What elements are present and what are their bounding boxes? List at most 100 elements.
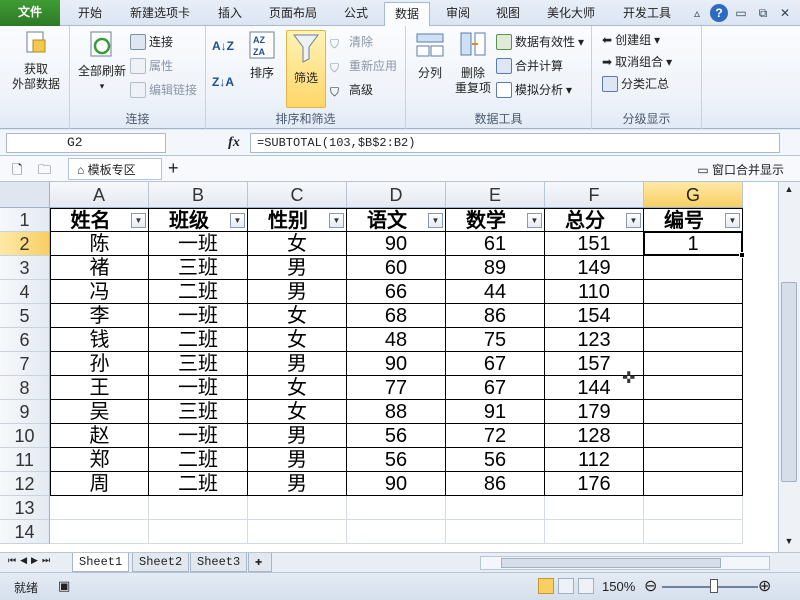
cell-g14[interactable]: [644, 520, 743, 544]
cell-b14[interactable]: [149, 520, 248, 544]
column-header-c[interactable]: C: [248, 182, 347, 208]
cell-c2[interactable]: 女: [248, 232, 347, 256]
cell-g5[interactable]: [644, 304, 743, 328]
folder-icon[interactable]: 🗀: [38, 161, 51, 183]
edit-links-button[interactable]: 编辑链接: [130, 80, 197, 100]
group-button[interactable]: ⬅ 创建组 ▾: [602, 30, 660, 50]
row-header-2[interactable]: 2: [0, 232, 50, 256]
cell-e9[interactable]: 91: [446, 400, 545, 424]
cell-d12[interactable]: 90: [347, 472, 446, 496]
cell-c13[interactable]: [248, 496, 347, 520]
cell-f6[interactable]: 123: [545, 328, 644, 352]
cell-f3[interactable]: 149: [545, 256, 644, 280]
sort-asc-button[interactable]: A↓Z: [212, 36, 234, 56]
cell-e3[interactable]: 89: [446, 256, 545, 280]
cell-b11[interactable]: 二班: [149, 448, 248, 472]
column-header-e[interactable]: E: [446, 182, 545, 208]
cell-c12[interactable]: 男: [248, 472, 347, 496]
cell-d14[interactable]: [347, 520, 446, 544]
remove-duplicates-button[interactable]: 删除 重复项: [452, 30, 494, 96]
cell-d8[interactable]: 77: [347, 376, 446, 400]
column-header-b[interactable]: B: [149, 182, 248, 208]
formula-input[interactable]: =SUBTOTAL(103,$B$2:B2): [250, 133, 780, 153]
advanced-filter-button[interactable]: ⛉ 高级: [330, 80, 373, 100]
row-header-11[interactable]: 11: [0, 448, 50, 472]
macro-record-icon[interactable]: ▣: [58, 578, 70, 594]
tab-data[interactable]: 数据: [384, 2, 430, 27]
cell-a8[interactable]: 王: [50, 376, 149, 400]
cell-c7[interactable]: 男: [248, 352, 347, 376]
cell-d1[interactable]: 语文 ▼: [347, 208, 446, 232]
cell-d4[interactable]: 66: [347, 280, 446, 304]
scroll-up-icon[interactable]: ▲: [782, 184, 796, 198]
cell-e12[interactable]: 86: [446, 472, 545, 496]
cell-f11[interactable]: 112: [545, 448, 644, 472]
tab-view[interactable]: 视图: [486, 2, 530, 26]
cell-g8[interactable]: [644, 376, 743, 400]
row-header-7[interactable]: 7: [0, 352, 50, 376]
page-layout-view-icon[interactable]: [558, 578, 574, 594]
cell-g12[interactable]: [644, 472, 743, 496]
name-box[interactable]: G2: [6, 133, 166, 153]
row-header-5[interactable]: 5: [0, 304, 50, 328]
tab-developer[interactable]: 开发工具: [612, 2, 682, 26]
cell-f10[interactable]: 128: [545, 424, 644, 448]
cell-e6[interactable]: 75: [446, 328, 545, 352]
cell-d7[interactable]: 90: [347, 352, 446, 376]
cell-e1[interactable]: 数学 ▼: [446, 208, 545, 232]
tab-home[interactable]: 开始: [68, 2, 112, 26]
cell-a5[interactable]: 李: [50, 304, 149, 328]
tab-review[interactable]: 审阅: [436, 2, 480, 26]
cell-c10[interactable]: 男: [248, 424, 347, 448]
cell-b9[interactable]: 三班: [149, 400, 248, 424]
cell-b3[interactable]: 三班: [149, 256, 248, 280]
select-all-corner[interactable]: [0, 182, 50, 208]
cell-f9[interactable]: 179: [545, 400, 644, 424]
tab-formulas[interactable]: 公式: [334, 2, 378, 26]
row-header-6[interactable]: 6: [0, 328, 50, 352]
close-icon[interactable]: ✕: [776, 4, 794, 22]
cell-d3[interactable]: 60: [347, 256, 446, 280]
cell-f13[interactable]: [545, 496, 644, 520]
cell-d10[interactable]: 56: [347, 424, 446, 448]
cell-f4[interactable]: 110: [545, 280, 644, 304]
tab-insert[interactable]: 插入: [208, 2, 252, 26]
worksheet-grid[interactable]: A B C D E F G 1 姓名 ▼ 班级 ▼ 性别 ▼ 语文 ▼ 数学 ▼ 总分 ▼ 编号 ▼ 2 陈一班女 90 61 15…: [0, 182, 778, 552]
column-header-f[interactable]: F: [545, 182, 644, 208]
filter-button[interactable]: 筛选: [286, 30, 326, 108]
zoom-slider-thumb[interactable]: [710, 579, 718, 593]
cell-f5[interactable]: 154: [545, 304, 644, 328]
new-document-icon[interactable]: 🗋: [12, 161, 22, 183]
cell-d11[interactable]: 56: [347, 448, 446, 472]
tab-beautify-master[interactable]: 美化大师: [536, 2, 606, 26]
column-header-a[interactable]: A: [50, 182, 149, 208]
help-icon[interactable]: ?: [710, 4, 728, 22]
cell-b5[interactable]: 一班: [149, 304, 248, 328]
cell-b12[interactable]: 二班: [149, 472, 248, 496]
row-header-8[interactable]: 8: [0, 376, 50, 400]
insert-sheet-icon[interactable]: ✚: [248, 553, 272, 572]
cell-a3[interactable]: 褚: [50, 256, 149, 280]
cell-e4[interactable]: 44: [446, 280, 545, 304]
cell-g13[interactable]: [644, 496, 743, 520]
cell-f12[interactable]: 176: [545, 472, 644, 496]
sheet-tab-3[interactable]: Sheet3: [190, 553, 248, 572]
refresh-all-button[interactable]: 全部刷新 ▾: [74, 30, 130, 94]
cell-b6[interactable]: 二班: [149, 328, 248, 352]
cell-g6[interactable]: [644, 328, 743, 352]
cell-f1[interactable]: 总分 ▼: [545, 208, 644, 232]
cell-e7[interactable]: 67: [446, 352, 545, 376]
cell-e13[interactable]: [446, 496, 545, 520]
cell-g1[interactable]: 编号 ▼: [644, 208, 743, 232]
row-header-10[interactable]: 10: [0, 424, 50, 448]
filter-dropdown-icon[interactable]: ▼: [527, 213, 542, 228]
cell-a12[interactable]: 周: [50, 472, 149, 496]
horizontal-scrollbar[interactable]: [480, 556, 770, 570]
add-tab-icon[interactable]: +: [168, 158, 179, 179]
column-header-g[interactable]: G: [644, 182, 743, 208]
normal-view-icon[interactable]: [538, 578, 554, 594]
properties-button[interactable]: 属性: [130, 56, 173, 76]
cell-d5[interactable]: 68: [347, 304, 446, 328]
row-header-13[interactable]: 13: [0, 496, 50, 520]
cell-g4[interactable]: [644, 280, 743, 304]
